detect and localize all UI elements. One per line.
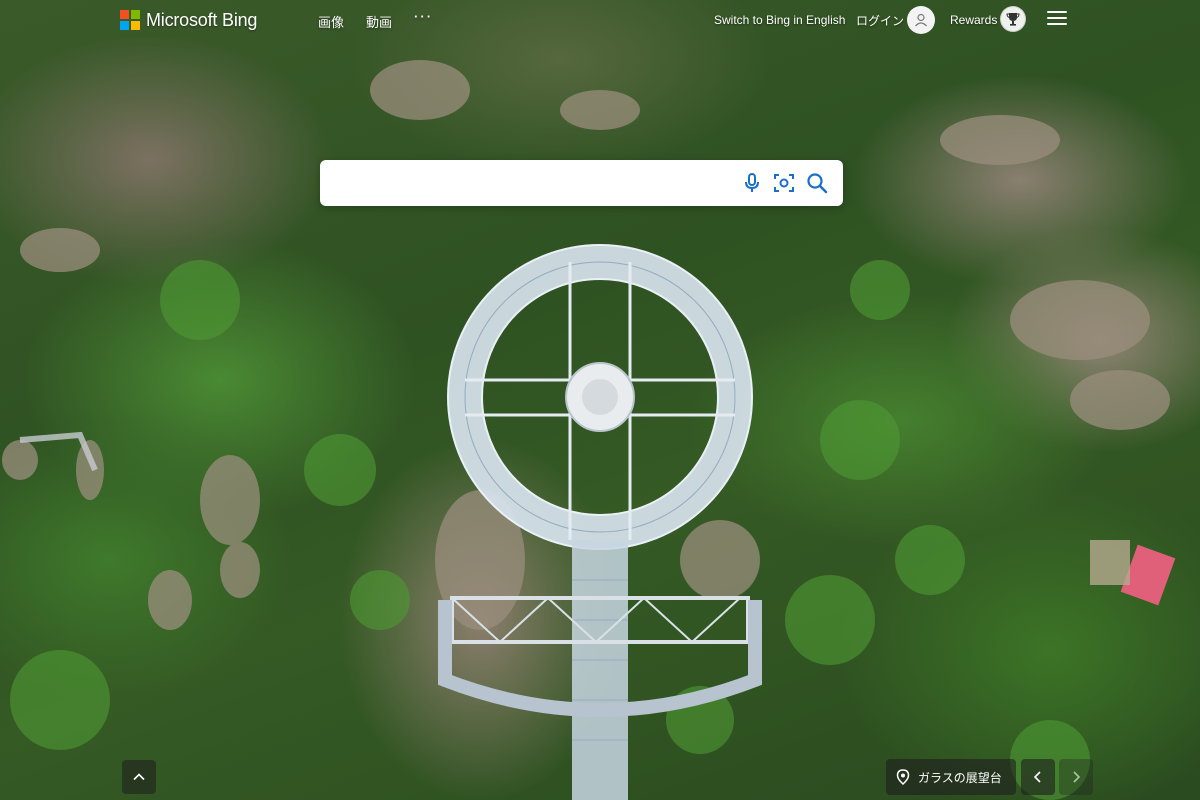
user-icon [915,13,927,27]
logo-square-green [131,10,140,19]
user-avatar[interactable] [907,6,935,34]
menu-hamburger-icon[interactable] [1047,11,1067,27]
chevron-left-icon [1033,771,1041,783]
bing-logo[interactable]: Microsoft Bing [120,8,257,32]
image-title: ガラスの展望台 [918,770,1002,785]
microphone-icon[interactable] [740,171,764,195]
nav-videos[interactable]: 動画 [366,12,392,31]
nav-more-menu[interactable]: ··· [414,9,433,28]
observation-deck-illustration [2,60,1176,800]
microsoft-logo-icon [120,10,140,30]
brand-name: Microsoft Bing [146,9,258,30]
search-input[interactable] [334,168,734,198]
nav-images[interactable]: 画像 [318,12,344,31]
location-pin-icon [896,769,910,785]
image-info-button[interactable]: ガラスの展望台 [886,759,1016,795]
rewards-badge[interactable] [1000,6,1026,32]
switch-language-link[interactable]: Switch to Bing in English [714,13,845,27]
chevron-right-icon [1073,771,1081,783]
top-nav: 画像 動画 ··· [318,9,433,31]
logo-square-yellow [131,21,140,30]
search-icon[interactable] [805,171,829,195]
rewards-link[interactable]: Rewards [950,13,997,27]
top-header: Microsoft Bing 画像 動画 ··· Switch to Bing … [0,0,1200,40]
scroll-up-button[interactable] [122,760,156,794]
background-image [0,0,1200,800]
login-link[interactable]: ログイン [856,12,904,29]
visual-search-icon[interactable] [772,171,796,195]
logo-square-red [120,10,129,19]
previous-image-button[interactable] [1021,759,1055,795]
chevron-up-icon [133,773,145,781]
logo-square-blue [120,21,129,30]
next-image-button[interactable] [1059,759,1093,795]
trophy-icon [1006,13,1020,26]
search-box [320,160,843,206]
